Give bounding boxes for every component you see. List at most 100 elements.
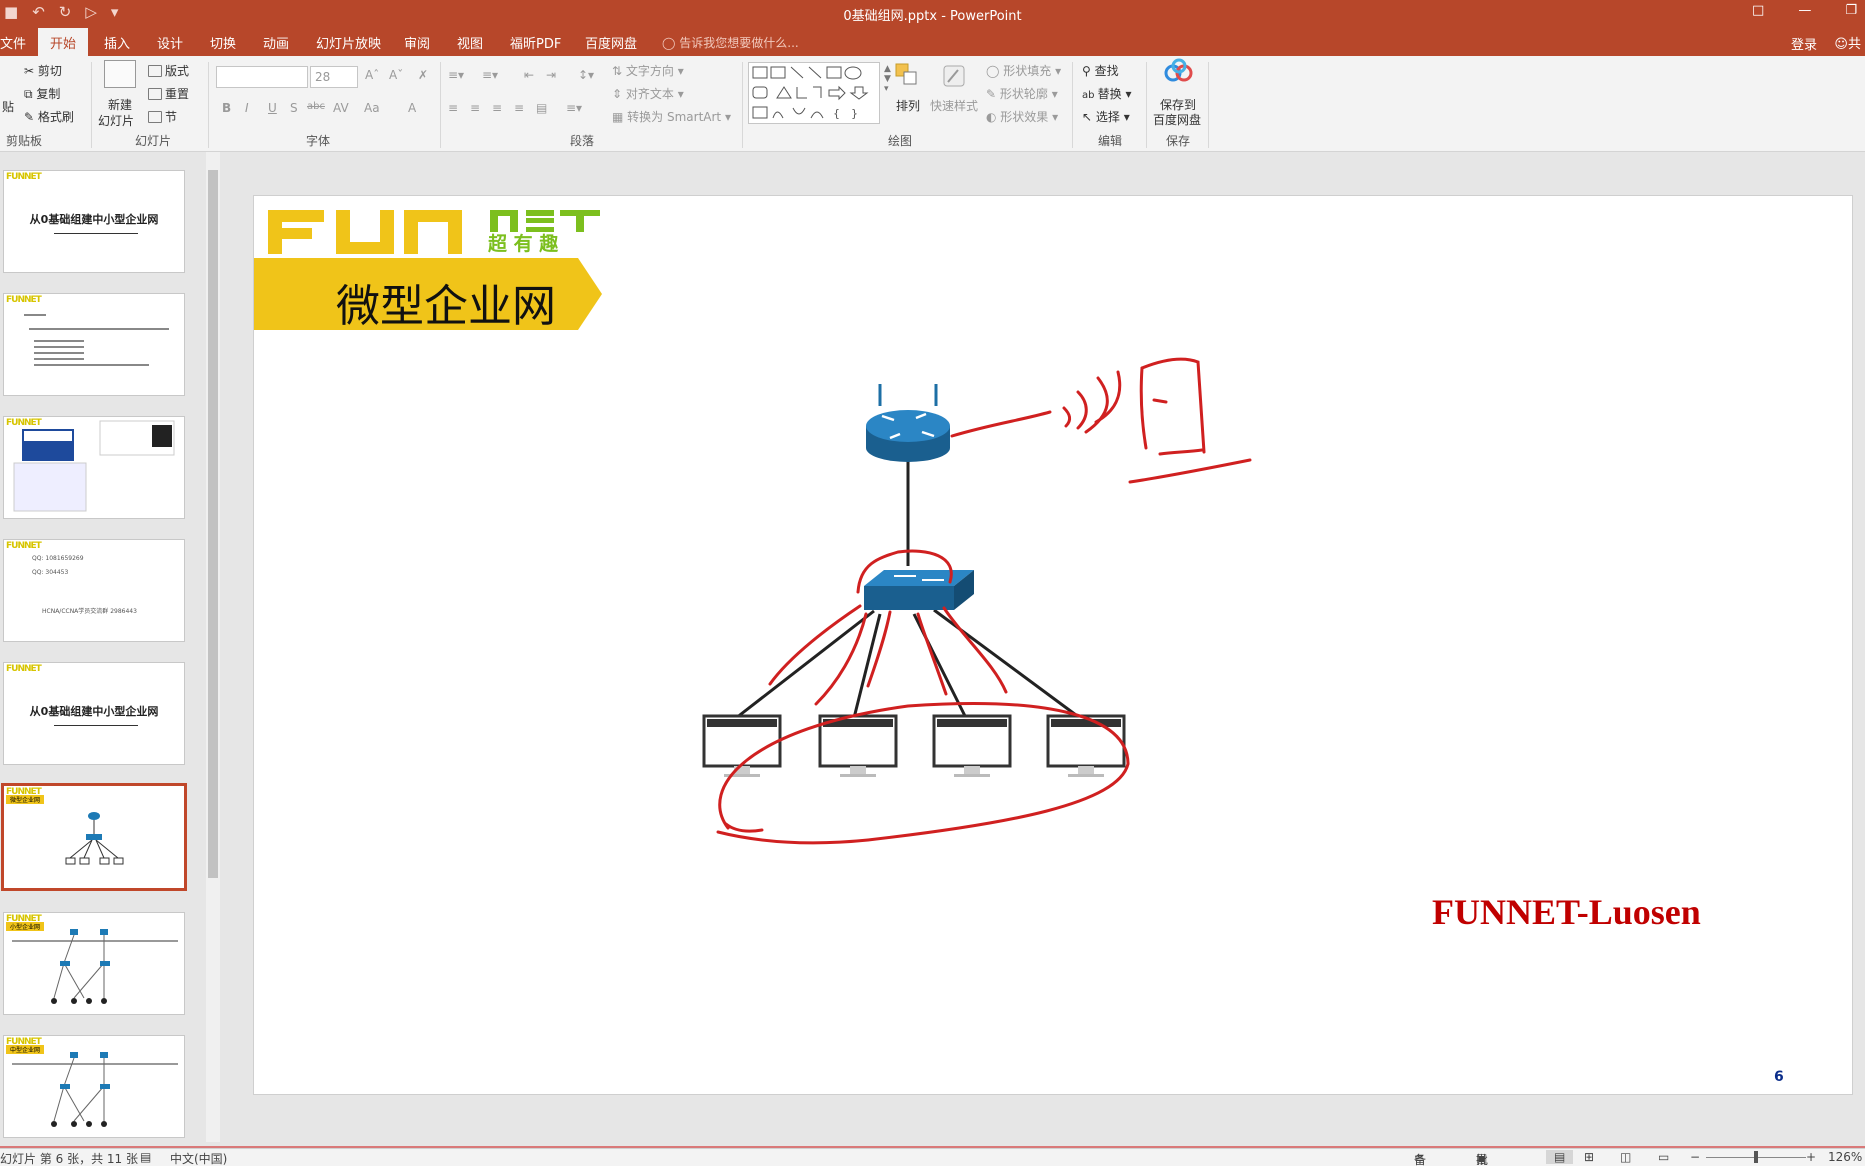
arrange-button[interactable]: 排列 [896, 97, 920, 114]
clipboard-group-label: 剪贴板 [6, 134, 43, 148]
gallery-scroll[interactable]: ▲ ▼ ▾ [884, 64, 891, 94]
shapes-gallery[interactable]: {} [748, 62, 880, 124]
smartart-icon: ▦ [612, 110, 628, 124]
underline-button[interactable]: U [268, 101, 277, 115]
normal-view-icon[interactable]: ▤ [1546, 1150, 1574, 1164]
share-button[interactable]: ☺共 [1834, 33, 1861, 52]
align-center-icon[interactable]: ≡ [470, 101, 480, 115]
slides-group-label: 幻灯片 [135, 134, 172, 148]
thumb-badge: 中型企业网 [6, 1045, 45, 1054]
text-direction-icon: ⇅ [612, 64, 626, 78]
copy-button[interactable]: ⧉ 复制 [24, 85, 60, 102]
font-color-button[interactable]: A [408, 101, 416, 115]
increase-indent-icon[interactable]: ⇥ [546, 68, 556, 82]
bullets-icon[interactable]: ≡▾ [448, 68, 464, 82]
clear-format-icon[interactable]: ✗ [418, 68, 428, 82]
italic-button[interactable]: I [245, 101, 249, 115]
shadow-button[interactable]: S [290, 101, 298, 115]
tab-file[interactable]: 文件 [0, 33, 26, 52]
slide-thumbnail-2[interactable]: FUNNET [3, 293, 185, 396]
slide-thumbnail-5[interactable]: FUNNET 从0基础组建中小型企业网 [3, 662, 185, 765]
select-button[interactable]: ↖ 选择 ▾ [1082, 108, 1130, 125]
language-indicator[interactable]: 中文(中国) [170, 1150, 227, 1166]
new-slide-button-label[interactable]: 幻灯片 [98, 112, 134, 129]
decrease-indent-icon[interactable]: ⇤ [524, 68, 534, 82]
slide-thumbnail-7[interactable]: FUNNET 小型企业网 [3, 912, 185, 1015]
bold-button[interactable]: B [222, 101, 231, 115]
tab-view[interactable]: 视图 [457, 33, 483, 52]
thumbnails-scrollbar[interactable] [206, 152, 220, 1142]
quick-styles-button[interactable]: 快速样式 [930, 97, 978, 114]
tab-home[interactable]: 开始 [38, 28, 89, 56]
ribbon-options-icon[interactable]: □ [1752, 3, 1764, 18]
format-painter-button[interactable]: ✎ 格式刷 [24, 108, 74, 125]
text-direction-button[interactable]: ⇅ 文字方向 ▾ [612, 62, 684, 79]
spellcheck-icon[interactable]: ▤ [140, 1150, 151, 1164]
shrink-font-icon[interactable]: Aˇ [389, 68, 403, 82]
zoom-out-icon[interactable]: − [1690, 1150, 1700, 1164]
section-button[interactable]: 节 [148, 108, 177, 125]
shape-outline-button[interactable]: ✎ 形状轮廓 ▾ [986, 85, 1058, 102]
shape-effects-button[interactable]: ◐ 形状效果 ▾ [986, 108, 1058, 125]
new-slide-button[interactable]: 新建 [108, 96, 132, 113]
align-left-icon[interactable]: ≡ [448, 101, 458, 115]
save-to-baidu-label[interactable]: 百度网盘 [1153, 111, 1201, 128]
slide-thumbnail-4[interactable]: FUNNET QQ: 1081659269 QQ: 304453 HCNA/CC… [3, 539, 185, 642]
columns-icon[interactable]: ≡▾ [566, 101, 582, 115]
tab-insert[interactable]: 插入 [104, 33, 130, 52]
replace-button[interactable]: ab 替换 ▾ [1082, 85, 1132, 102]
numbering-icon[interactable]: ≡▾ [482, 68, 498, 82]
minimize-icon[interactable]: — [1798, 3, 1811, 18]
zoom-level[interactable]: 126% [1828, 1150, 1862, 1164]
slide-thumbnail-3[interactable]: FUNNET [3, 416, 185, 519]
slide-thumbnail-1[interactable]: FUNNET 从0基础组建中小型企业网 [3, 170, 185, 273]
quick-styles-icon [940, 62, 968, 90]
font-size-box[interactable]: 28 [310, 66, 358, 88]
reading-view-icon[interactable]: ◫ [1620, 1150, 1631, 1164]
strikethrough-button[interactable]: abc [307, 101, 325, 112]
restore-icon[interactable]: ❐ [1845, 3, 1857, 18]
divider [1072, 62, 1073, 148]
justify-icon[interactable]: ≡ [514, 101, 524, 115]
scrollbar-thumb[interactable] [208, 170, 218, 878]
slide-thumbnail-6-selected[interactable]: FUNNET 微型企业网 [1, 783, 187, 891]
line-spacing-icon[interactable]: ↕▾ [578, 68, 594, 82]
tab-baidu-netdisk[interactable]: 百度网盘 [585, 33, 637, 52]
divider [91, 62, 92, 148]
paint-bucket-icon: ◯ [986, 64, 1004, 78]
char-spacing-button[interactable]: AV [333, 101, 349, 115]
slide-title: 微型企业网 [336, 281, 556, 332]
section-icon [148, 111, 162, 123]
align-right-icon[interactable]: ≡ [492, 101, 502, 115]
slideshow-view-icon[interactable]: ▭ [1658, 1150, 1669, 1164]
font-name-box[interactable] [216, 66, 308, 88]
shape-fill-button[interactable]: ◯ 形状填充 ▾ [986, 62, 1061, 79]
tab-review[interactable]: 审阅 [404, 33, 430, 52]
distributed-icon[interactable]: ▤ [536, 101, 547, 115]
layout-button[interactable]: 版式 [148, 62, 189, 79]
align-text-button[interactable]: ⇕ 对齐文本 ▾ [612, 85, 684, 102]
tab-slideshow[interactable]: 幻灯片放映 [316, 33, 381, 52]
slide-sorter-icon[interactable]: ⊞ [1584, 1150, 1594, 1164]
tab-transitions[interactable]: 切换 [210, 33, 236, 52]
convert-smartart-button[interactable]: ▦ 转换为 SmartArt ▾ [612, 108, 731, 125]
tab-design[interactable]: 设计 [157, 33, 183, 52]
tab-animations[interactable]: 动画 [263, 33, 289, 52]
slide-canvas[interactable]: 超 有 趣 微型企业网 FUNNET-Luosen 6 [253, 195, 1853, 1095]
tab-foxit-pdf[interactable]: 福昕PDF [510, 33, 561, 52]
copy-icon: ⧉ [24, 87, 37, 101]
slide-count: 幻灯片 第 6 张，共 11 张 [0, 1152, 138, 1166]
slide-thumbnail-8[interactable]: FUNNET 中型企业网 [3, 1035, 185, 1138]
grow-font-icon[interactable]: Aˆ [365, 68, 379, 82]
cut-button[interactable]: ✂ 剪切 [24, 62, 62, 79]
person-icon: ☺ [1834, 37, 1848, 52]
zoom-in-icon[interactable]: + [1806, 1150, 1816, 1164]
reset-button[interactable]: 重置 [148, 85, 189, 102]
tell-me-search[interactable]: ◯ 告诉我您想要做什么... [662, 34, 799, 51]
login-link[interactable]: 登录 [1791, 34, 1817, 53]
thumb-title: 从0基础组建中小型企业网 [29, 213, 159, 226]
zoom-slider-thumb[interactable] [1754, 1151, 1758, 1163]
find-button[interactable]: ⚲ 查找 [1082, 62, 1119, 79]
change-case-button[interactable]: Aa [364, 101, 380, 115]
paste-button[interactable]: 贴 [2, 98, 14, 115]
